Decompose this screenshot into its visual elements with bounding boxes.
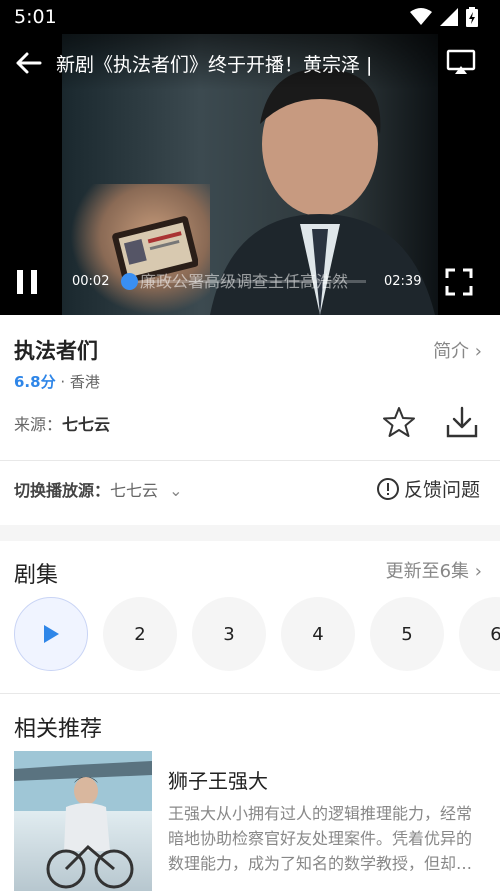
duration-label: 02:39 — [384, 274, 422, 289]
episodes-update-label: 更新至6集 — [385, 561, 470, 582]
episode-1-playing[interactable] — [14, 597, 88, 671]
episode-4[interactable]: 4 — [281, 597, 355, 671]
recommend-description: 王强大从小拥有过人的逻辑推理能力，经常暗地协助检察官好友处理案件。凭着优异的数理… — [168, 804, 473, 873]
cast-screen-icon[interactable] — [446, 49, 476, 75]
score: 6.8分 — [14, 373, 56, 391]
fullscreen-icon[interactable] — [444, 267, 474, 297]
chevron-right-icon: › — [474, 561, 482, 582]
recommend-poster — [14, 751, 152, 891]
episodes-update-link[interactable]: 更新至6集 › — [386, 557, 482, 583]
star-icon[interactable] — [382, 405, 416, 439]
source-label: 来源： — [14, 415, 63, 434]
meta-separator: · — [60, 373, 66, 391]
recommend-heading: 相关推荐 — [14, 717, 103, 742]
switch-source-value: 七七云 — [110, 481, 159, 500]
episode-3[interactable]: 3 — [192, 597, 266, 671]
source-value: 七七云 — [62, 415, 111, 434]
seek-bar[interactable] — [121, 273, 366, 290]
region: 香港 — [69, 373, 100, 391]
episode-6[interactable]: 6 — [459, 597, 500, 671]
video-player[interactable]: 新剧《执法者们》终于开播！黄宗泽 | 廉政公署高级调查主任高浩然 00:02 0… — [0, 34, 500, 315]
battery-charging-icon — [466, 7, 478, 27]
feedback-button[interactable]: 反馈问题 — [376, 475, 480, 502]
episode-5[interactable]: 5 — [370, 597, 444, 671]
status-time: 5:01 — [14, 6, 57, 28]
feedback-label: 反馈问题 — [403, 479, 480, 501]
status-icons — [410, 7, 478, 27]
signal-icon — [440, 8, 458, 26]
alert-circle-icon — [376, 477, 399, 500]
source-line: 来源：七七云 — [14, 411, 110, 435]
episodes-heading: 剧集 — [14, 563, 59, 588]
current-time-label: 00:02 — [72, 274, 110, 289]
status-bar: 5:01 — [0, 0, 500, 34]
show-meta: 6.8分 · 香港 — [14, 371, 100, 392]
chevron-right-icon: › — [474, 341, 482, 362]
divider — [0, 693, 500, 694]
recommend-item[interactable]: 狮子王强大 王强大从小拥有过人的逻辑推理能力，经常暗地协助检察官好友处理案件。凭… — [14, 751, 486, 891]
episode-2[interactable]: 2 — [103, 597, 177, 671]
video-title: 新剧《执法者们》终于开播！黄宗泽 | — [56, 54, 373, 76]
episode-list: 2 3 4 5 6 — [14, 597, 500, 673]
pause-icon[interactable] — [14, 268, 40, 296]
poster-image — [14, 751, 152, 889]
show-title: 执法者们 — [14, 339, 98, 363]
seek-bar-thumb[interactable] — [121, 273, 139, 290]
section-gap — [0, 525, 500, 541]
play-icon — [44, 625, 59, 643]
intro-link[interactable]: 简介 › — [433, 337, 482, 363]
back-arrow-icon[interactable] — [12, 46, 46, 80]
switch-source-dropdown[interactable]: 切换播放源：七七云 ⌄ — [14, 477, 183, 501]
download-icon[interactable] — [444, 405, 480, 439]
intro-label: 简介 — [433, 341, 470, 362]
wifi-icon — [410, 8, 432, 25]
recommend-title: 狮子王强大 — [168, 769, 268, 793]
switch-source-label: 切换播放源： — [14, 481, 111, 500]
chevron-down-icon: ⌄ — [169, 481, 183, 500]
divider — [0, 460, 500, 461]
